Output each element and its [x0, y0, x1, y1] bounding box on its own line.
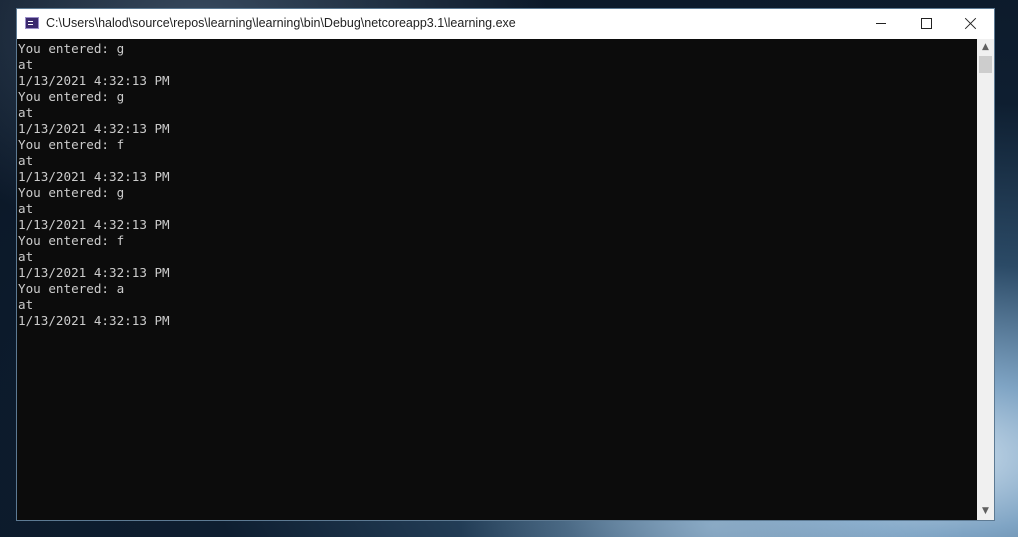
console-line: You entered: g: [18, 185, 125, 200]
vertical-scrollbar[interactable]: ▲ ▼: [977, 39, 994, 520]
console-window[interactable]: C:\Users\halod\source\repos\learning\lea…: [17, 9, 994, 520]
console-line: at: [18, 297, 34, 312]
console-app-icon: [25, 17, 39, 29]
console-lines: You entered: g at 1/13/2021 4:32:13 PM You …: [17, 39, 977, 329]
console-line: at: [18, 201, 34, 216]
console-line: 1/13/2021 4:32:13 PM: [18, 73, 170, 88]
console-line: You entered: g: [18, 89, 125, 104]
maximize-button[interactable]: [903, 9, 949, 39]
window-title: C:\Users\halod\source\repos\learning\lea…: [46, 16, 516, 30]
close-button[interactable]: [948, 9, 994, 39]
close-icon: [965, 17, 977, 29]
console-line: You entered: g: [18, 41, 125, 56]
scroll-thumb[interactable]: [979, 56, 992, 73]
console-line: at: [18, 153, 34, 168]
console-line: at: [18, 105, 34, 120]
scroll-up-icon[interactable]: ▲: [977, 39, 994, 56]
console-line: 1/13/2021 4:32:13 PM: [18, 217, 170, 232]
minimize-button[interactable]: [858, 9, 904, 39]
console-output[interactable]: You entered: g at 1/13/2021 4:32:13 PM You …: [17, 39, 977, 520]
console-line: 1/13/2021 4:32:13 PM: [18, 313, 170, 328]
console-line: You entered: a: [18, 281, 125, 296]
console-line: at: [18, 249, 34, 264]
console-line: 1/13/2021 4:32:13 PM: [18, 265, 170, 280]
console-line: 1/13/2021 4:32:13 PM: [18, 169, 170, 184]
console-line: 1/13/2021 4:32:13 PM: [18, 121, 170, 136]
console-line: You entered: f: [18, 233, 125, 248]
console-line: You entered: f: [18, 137, 125, 152]
maximize-icon: [921, 18, 932, 29]
title-bar[interactable]: C:\Users\halod\source\repos\learning\lea…: [17, 9, 994, 39]
console-line: at: [18, 57, 34, 72]
scroll-down-icon[interactable]: ▼: [977, 503, 994, 520]
minimize-icon: [876, 23, 886, 24]
